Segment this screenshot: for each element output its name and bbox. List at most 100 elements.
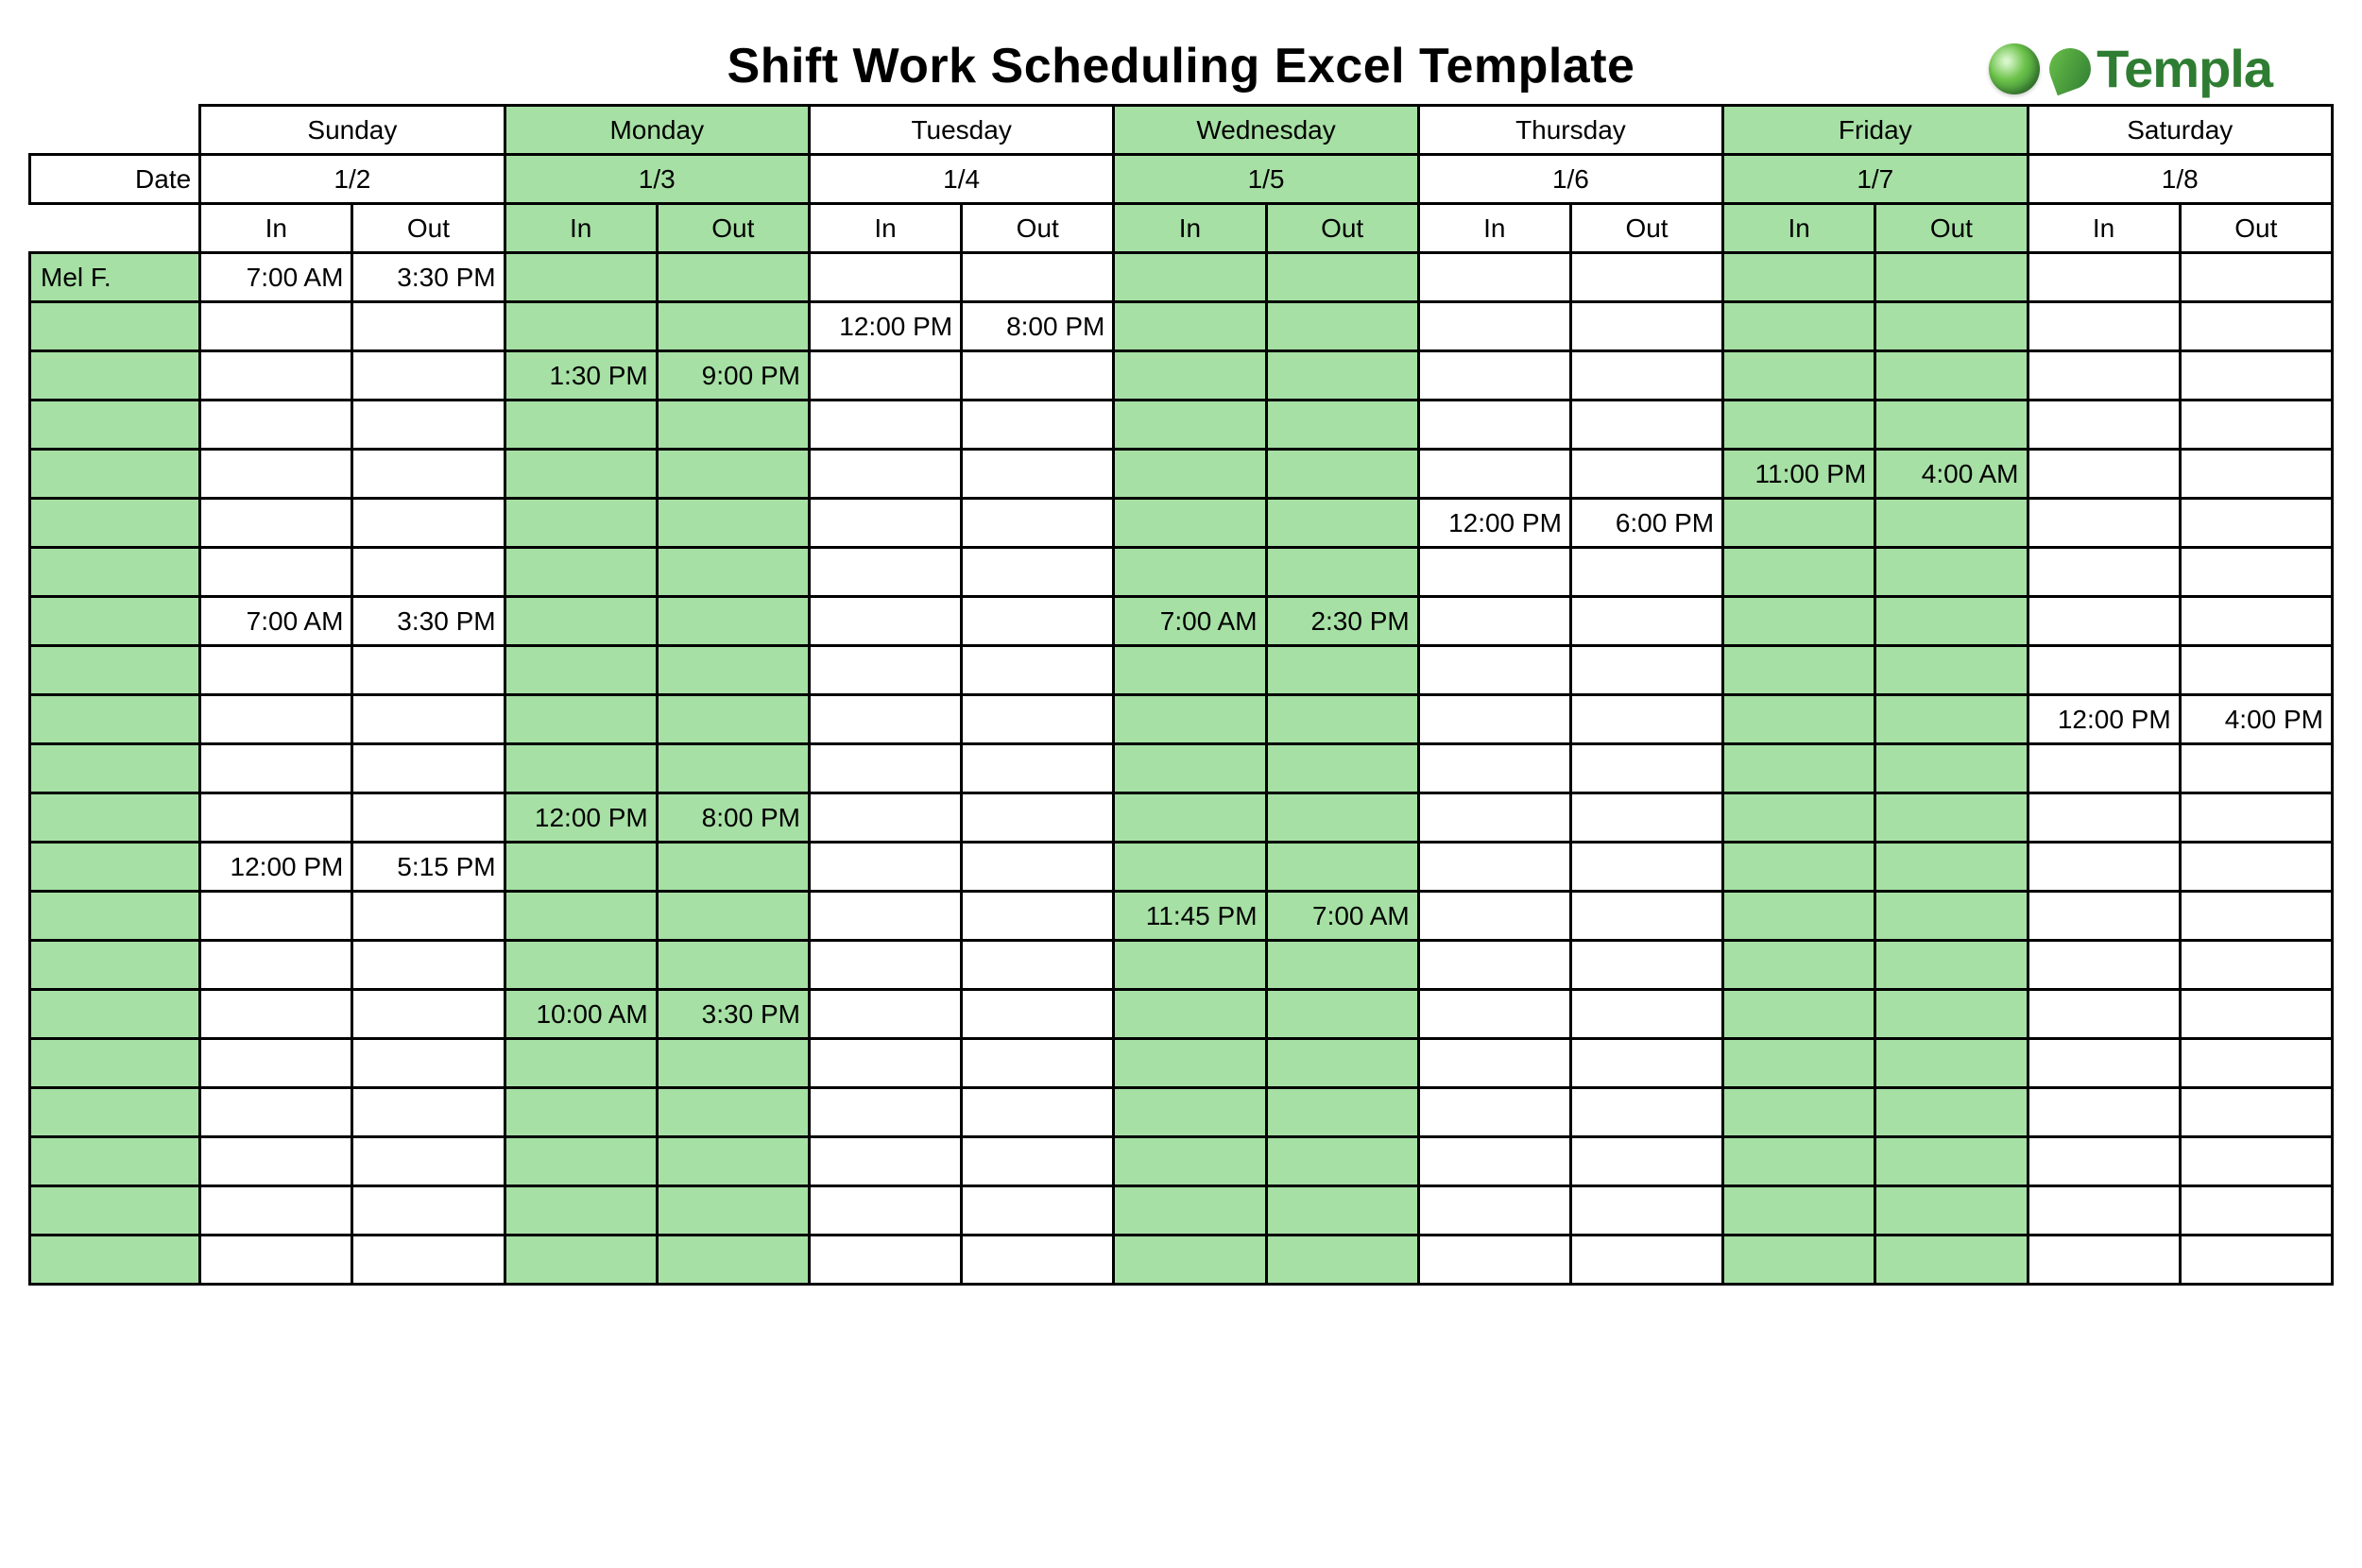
- shift-in-cell[interactable]: [2028, 1039, 2180, 1088]
- shift-out-cell[interactable]: [657, 450, 809, 499]
- employee-name-cell[interactable]: [30, 597, 200, 646]
- shift-out-cell[interactable]: [352, 1236, 505, 1285]
- shift-in-cell[interactable]: [809, 941, 961, 990]
- shift-out-cell[interactable]: [352, 793, 505, 843]
- shift-out-cell[interactable]: [1875, 744, 2028, 793]
- shift-out-cell[interactable]: [1875, 253, 2028, 302]
- shift-out-cell[interactable]: [657, 892, 809, 941]
- shift-in-cell[interactable]: 10:00 AM: [505, 990, 657, 1039]
- shift-out-cell[interactable]: [2180, 548, 2332, 597]
- shift-in-cell[interactable]: [1114, 990, 1266, 1039]
- shift-in-cell[interactable]: [2028, 646, 2180, 695]
- shift-in-cell[interactable]: 12:00 PM: [200, 843, 352, 892]
- shift-in-cell[interactable]: [200, 450, 352, 499]
- shift-in-cell[interactable]: [505, 450, 657, 499]
- shift-out-cell[interactable]: 8:00 PM: [962, 302, 1114, 351]
- shift-in-cell[interactable]: [2028, 450, 2180, 499]
- shift-out-cell[interactable]: [1875, 1186, 2028, 1236]
- shift-in-cell[interactable]: [200, 990, 352, 1039]
- shift-out-cell[interactable]: [1570, 1137, 1722, 1186]
- shift-out-cell[interactable]: 3:30 PM: [352, 597, 505, 646]
- shift-out-cell[interactable]: [2180, 843, 2332, 892]
- shift-in-cell[interactable]: [200, 1039, 352, 1088]
- shift-out-cell[interactable]: [1875, 302, 2028, 351]
- shift-out-cell[interactable]: [1266, 253, 1418, 302]
- shift-in-cell[interactable]: [1114, 548, 1266, 597]
- shift-in-cell[interactable]: [1723, 892, 1875, 941]
- shift-out-cell[interactable]: [352, 499, 505, 548]
- shift-out-cell[interactable]: [962, 941, 1114, 990]
- shift-out-cell[interactable]: [1266, 1137, 1418, 1186]
- shift-in-cell[interactable]: [809, 744, 961, 793]
- shift-in-cell[interactable]: [809, 646, 961, 695]
- shift-in-cell[interactable]: [1723, 1137, 1875, 1186]
- shift-in-cell[interactable]: [200, 1137, 352, 1186]
- shift-in-cell[interactable]: [1418, 450, 1570, 499]
- shift-in-cell[interactable]: [505, 499, 657, 548]
- shift-out-cell[interactable]: 4:00 AM: [1875, 450, 2028, 499]
- employee-name-cell[interactable]: [30, 941, 200, 990]
- shift-in-cell[interactable]: [1114, 744, 1266, 793]
- shift-in-cell[interactable]: [1114, 1137, 1266, 1186]
- shift-in-cell[interactable]: [2028, 1186, 2180, 1236]
- employee-name-cell[interactable]: Mel F.: [30, 253, 200, 302]
- shift-in-cell[interactable]: [2028, 302, 2180, 351]
- shift-in-cell[interactable]: [1723, 646, 1875, 695]
- shift-in-cell[interactable]: [1114, 793, 1266, 843]
- shift-out-cell[interactable]: [2180, 401, 2332, 450]
- shift-in-cell[interactable]: [200, 793, 352, 843]
- shift-in-cell[interactable]: [1418, 253, 1570, 302]
- shift-in-cell[interactable]: [1418, 597, 1570, 646]
- shift-in-cell[interactable]: [200, 401, 352, 450]
- shift-in-cell[interactable]: [1418, 1137, 1570, 1186]
- shift-out-cell[interactable]: [962, 499, 1114, 548]
- shift-in-cell[interactable]: [505, 695, 657, 744]
- shift-in-cell[interactable]: 12:00 PM: [2028, 695, 2180, 744]
- shift-out-cell[interactable]: [352, 351, 505, 401]
- shift-in-cell[interactable]: [809, 793, 961, 843]
- shift-out-cell[interactable]: [1266, 1236, 1418, 1285]
- shift-out-cell[interactable]: [657, 1039, 809, 1088]
- shift-in-cell[interactable]: [1723, 1186, 1875, 1236]
- shift-in-cell[interactable]: [1418, 892, 1570, 941]
- shift-in-cell[interactable]: [1418, 1088, 1570, 1137]
- employee-name-cell[interactable]: [30, 1236, 200, 1285]
- shift-out-cell[interactable]: [962, 793, 1114, 843]
- shift-in-cell[interactable]: [1723, 499, 1875, 548]
- shift-out-cell[interactable]: [1266, 548, 1418, 597]
- shift-in-cell[interactable]: [505, 646, 657, 695]
- shift-in-cell[interactable]: [200, 695, 352, 744]
- shift-in-cell[interactable]: 12:00 PM: [505, 793, 657, 843]
- shift-in-cell[interactable]: [200, 892, 352, 941]
- shift-in-cell[interactable]: [1418, 548, 1570, 597]
- shift-in-cell[interactable]: 11:45 PM: [1114, 892, 1266, 941]
- shift-out-cell[interactable]: [2180, 990, 2332, 1039]
- shift-out-cell[interactable]: [1570, 941, 1722, 990]
- shift-in-cell[interactable]: [2028, 499, 2180, 548]
- shift-out-cell[interactable]: [657, 253, 809, 302]
- shift-out-cell[interactable]: [1875, 695, 2028, 744]
- shift-out-cell[interactable]: [352, 646, 505, 695]
- shift-in-cell[interactable]: [809, 499, 961, 548]
- shift-out-cell[interactable]: [1266, 793, 1418, 843]
- shift-out-cell[interactable]: [657, 1137, 809, 1186]
- shift-in-cell[interactable]: [1418, 843, 1570, 892]
- shift-out-cell[interactable]: [962, 1039, 1114, 1088]
- shift-in-cell[interactable]: [1723, 1236, 1875, 1285]
- shift-in-cell[interactable]: [1723, 597, 1875, 646]
- employee-name-cell[interactable]: [30, 695, 200, 744]
- shift-out-cell[interactable]: [657, 646, 809, 695]
- shift-in-cell[interactable]: [809, 843, 961, 892]
- shift-in-cell[interactable]: [1418, 1039, 1570, 1088]
- shift-out-cell[interactable]: [962, 892, 1114, 941]
- shift-out-cell[interactable]: [2180, 646, 2332, 695]
- shift-in-cell[interactable]: [809, 597, 961, 646]
- employee-name-cell[interactable]: [30, 401, 200, 450]
- shift-out-cell[interactable]: 3:30 PM: [657, 990, 809, 1039]
- shift-in-cell[interactable]: [1418, 1236, 1570, 1285]
- shift-in-cell[interactable]: [1723, 351, 1875, 401]
- shift-in-cell[interactable]: [1418, 401, 1570, 450]
- shift-out-cell[interactable]: 6:00 PM: [1570, 499, 1722, 548]
- shift-out-cell[interactable]: [1570, 1186, 1722, 1236]
- shift-out-cell[interactable]: [352, 1039, 505, 1088]
